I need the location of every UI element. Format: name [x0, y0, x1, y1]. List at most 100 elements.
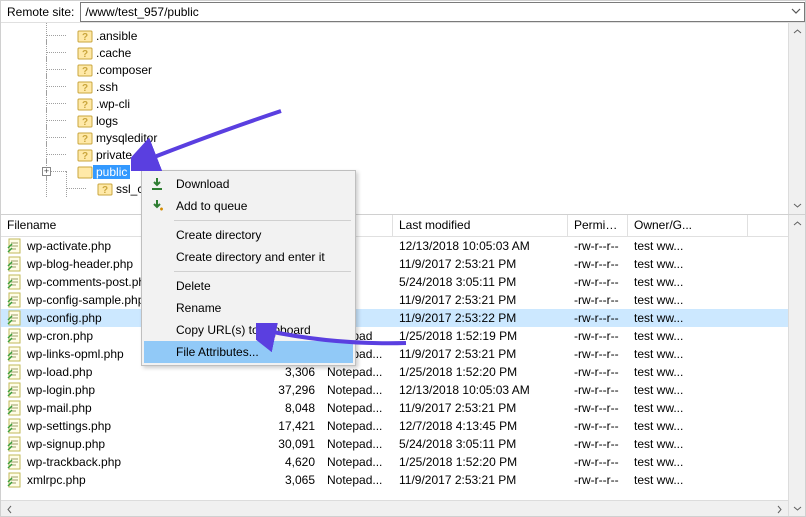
file-row[interactable]: wp-mail.php8,048Notepad...11/9/2017 2:53… [1, 399, 788, 417]
tree-item-label: public [93, 165, 130, 179]
file-date: 12/13/2018 10:05:03 AM [393, 239, 568, 253]
file-row[interactable]: wp-activate.phpad...12/13/2018 10:05:03 … [1, 237, 788, 255]
file-perm: -rw-r--r-- [568, 239, 628, 253]
menu-label: Add to queue [176, 199, 247, 213]
address-input-wrap [80, 2, 805, 22]
file-size: 8,048 [261, 401, 321, 415]
col-permissions[interactable]: Permissi... [568, 215, 628, 236]
file-size: 4,620 [261, 455, 321, 469]
file-row[interactable]: wp-links-opml.php2,422Notepad...11/9/201… [1, 345, 788, 363]
tree-item[interactable]: ?.ssh [1, 78, 788, 95]
menu-label: Create directory [176, 228, 261, 242]
file-owner: test ww... [628, 437, 748, 451]
php-file-icon [7, 472, 23, 488]
menu-rename[interactable]: Rename [144, 297, 353, 319]
folder-unknown-icon: ? [77, 113, 93, 129]
tree-scrollbar[interactable] [788, 23, 805, 214]
filelist-scrollbar-v[interactable] [788, 215, 805, 517]
file-row[interactable]: wp-signup.php30,091Notepad...5/24/2018 3… [1, 435, 788, 453]
scroll-left-icon[interactable] [1, 501, 18, 517]
tree-item[interactable]: ?mysqleditor [1, 129, 788, 146]
file-row[interactable]: wp-comments-post.phad...5/24/2018 3:05:1… [1, 273, 788, 291]
svg-text:?: ? [82, 66, 88, 77]
file-perm: -rw-r--r-- [568, 329, 628, 343]
scroll-right-icon[interactable] [771, 501, 788, 517]
menu-label: File Attributes... [176, 345, 259, 359]
file-perm: -rw-r--r-- [568, 401, 628, 415]
scroll-up-icon[interactable] [789, 23, 805, 40]
expand-icon[interactable]: + [42, 167, 51, 176]
tree-item[interactable]: ?logs [1, 112, 788, 129]
menu-add-to-queue[interactable]: Add to queue [144, 195, 353, 217]
file-list: wp-activate.phpad...12/13/2018 10:05:03 … [1, 237, 788, 500]
tree-item[interactable]: ?.ansible [1, 27, 788, 44]
file-row[interactable]: xmlrpc.php3,065Notepad...11/9/2017 2:53:… [1, 471, 788, 489]
scroll-up-icon[interactable] [789, 215, 805, 232]
menu-copy-urls[interactable]: Copy URL(s) to clipboard [144, 319, 353, 341]
scroll-down-icon[interactable] [789, 197, 805, 214]
remote-tree: ?.ansible ?.cache ?.composer ?.ssh ?.wp-… [1, 23, 788, 214]
tree-item[interactable]: ?.cache [1, 44, 788, 61]
file-date: 5/24/2018 3:05:11 PM [393, 275, 568, 289]
file-date: 11/9/2017 2:53:21 PM [393, 347, 568, 361]
menu-download[interactable]: Download [144, 173, 353, 195]
scroll-down-icon[interactable] [789, 500, 805, 517]
file-row[interactable]: wp-login.php37,296Notepad...12/13/2018 1… [1, 381, 788, 399]
menu-create-directory[interactable]: Create directory [144, 224, 353, 246]
file-name: wp-mail.php [27, 401, 92, 415]
folder-unknown-icon: ? [77, 28, 93, 44]
address-input[interactable] [80, 2, 805, 22]
file-type: Notepad... [321, 419, 393, 433]
context-menu: Download Add to queue Create directory C… [141, 170, 356, 366]
file-type: Notepad... [321, 437, 393, 451]
menu-label: Rename [176, 301, 221, 315]
filelist-scrollbar-h[interactable] [1, 500, 788, 517]
file-owner: test ww... [628, 293, 748, 307]
file-row[interactable]: wp-settings.php17,421Notepad...12/7/2018… [1, 417, 788, 435]
php-file-icon [7, 328, 23, 344]
tree-item[interactable]: ?ssl_certi [1, 180, 788, 197]
tree-item-public[interactable]: + public [1, 163, 788, 180]
file-name: wp-cron.php [27, 329, 93, 343]
file-name: wp-config.php [27, 311, 102, 325]
file-name: wp-signup.php [27, 437, 105, 451]
php-file-icon [7, 418, 23, 434]
file-date: 5/24/2018 3:05:11 PM [393, 437, 568, 451]
file-type: Notepad... [321, 455, 393, 469]
file-row[interactable]: wp-blog-header.phpad...11/9/2017 2:53:21… [1, 255, 788, 273]
tree-item[interactable]: ?.composer [1, 61, 788, 78]
file-date: 11/9/2017 2:53:21 PM [393, 401, 568, 415]
menu-file-attributes[interactable]: File Attributes... [144, 341, 353, 363]
file-name: wp-blog-header.php [27, 257, 133, 271]
menu-label: Copy URL(s) to clipboard [176, 323, 311, 337]
download-icon [148, 175, 166, 193]
file-owner: test ww... [628, 455, 748, 469]
tree-item-label: private [93, 148, 135, 162]
file-row[interactable]: wp-config-sample.phpad...11/9/2017 2:53:… [1, 291, 788, 309]
file-perm: -rw-r--r-- [568, 437, 628, 451]
file-row[interactable]: wp-trackback.php4,620Notepad...1/25/2018… [1, 453, 788, 471]
address-label: Remote site: [1, 5, 80, 19]
file-perm: -rw-r--r-- [568, 473, 628, 487]
tree-item[interactable]: ? private [1, 146, 788, 163]
file-row[interactable]: wp-load.php3,306Notepad...1/25/2018 1:52… [1, 363, 788, 381]
queue-add-icon [148, 197, 166, 215]
file-name: wp-trackback.php [27, 455, 121, 469]
file-perm: -rw-r--r-- [568, 347, 628, 361]
file-owner: test ww... [628, 329, 748, 343]
menu-separator [174, 220, 351, 221]
col-lastmodified[interactable]: Last modified [393, 215, 568, 236]
remote-tree-pane: ?.ansible ?.cache ?.composer ?.ssh ?.wp-… [1, 23, 805, 215]
php-file-icon [7, 346, 23, 362]
menu-create-directory-enter[interactable]: Create directory and enter it [144, 246, 353, 268]
svg-text:?: ? [82, 134, 88, 145]
file-row[interactable]: wp-cron.php3,669Notepad1/25/2018 1:52:19… [1, 327, 788, 345]
menu-delete[interactable]: Delete [144, 275, 353, 297]
file-date: 11/9/2017 2:53:22 PM [393, 311, 568, 325]
file-type: Notepad... [321, 473, 393, 487]
file-row[interactable]: wp-config.phpad...11/9/2017 2:53:22 PM-r… [1, 309, 788, 327]
tree-item[interactable]: ?.wp-cli [1, 95, 788, 112]
file-perm: -rw-r--r-- [568, 275, 628, 289]
col-owner[interactable]: Owner/G... [628, 215, 748, 236]
svg-text:?: ? [82, 151, 88, 162]
